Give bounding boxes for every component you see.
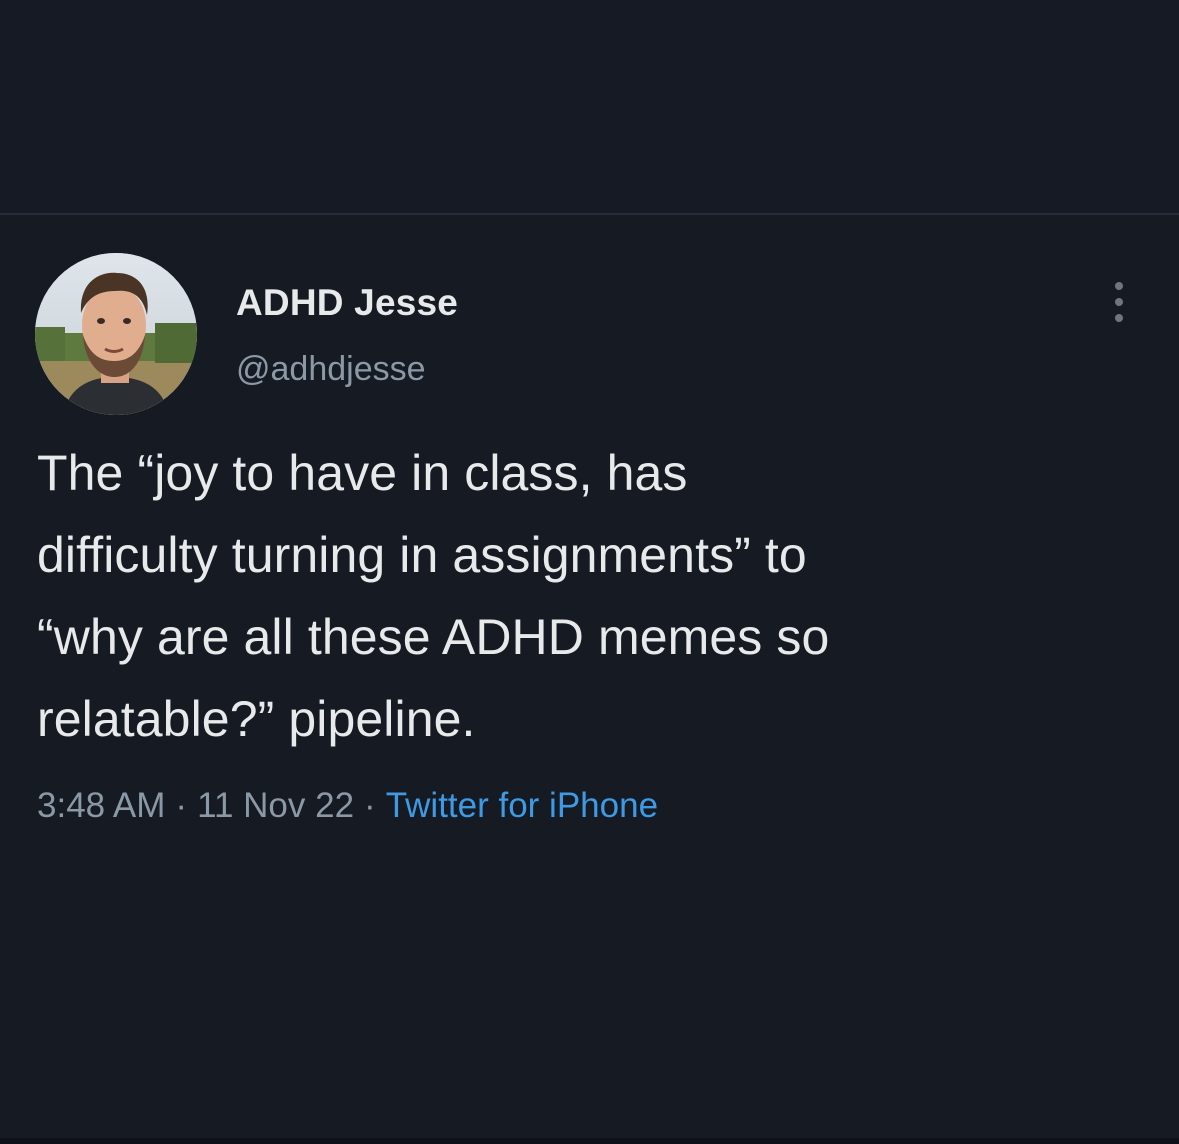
more-options-button[interactable] [1100,280,1140,324]
tweet-source-link[interactable]: Twitter for iPhone [386,786,658,825]
tweet-time[interactable]: 3:48 AM [37,786,165,825]
bottom-edge [0,1138,1179,1144]
vertical-ellipsis-icon [1115,298,1123,306]
tweet-text-line: The “joy to have in class, has [37,445,688,501]
tweet-text-line: “why are all these ADHD memes so [37,609,830,665]
tweet-meta: 3:48 AM · 11 Nov 22 · Twitter for iPhone [37,786,658,826]
tweet-screen: ADHD Jesse @adhdjesse The “joy to have i… [0,0,1179,1144]
profile-photo-icon [35,253,197,415]
author-handle[interactable]: @adhdjesse [236,350,426,389]
meta-separator: · [175,786,188,825]
vertical-ellipsis-icon [1115,282,1123,290]
tweet-date[interactable]: 11 Nov 22 [197,786,354,825]
tweet-text-line: difficulty turning in assignments” to [37,527,807,583]
author-display-name[interactable]: ADHD Jesse [236,282,458,324]
vertical-ellipsis-icon [1115,314,1123,322]
header-divider [0,213,1179,215]
avatar[interactable] [35,253,197,415]
tweet-text: The “joy to have in class, has difficult… [37,432,1147,760]
tweet-text-line: relatable?” pipeline. [37,691,476,747]
meta-separator: · [364,786,376,825]
top-empty-area [0,0,1179,214]
